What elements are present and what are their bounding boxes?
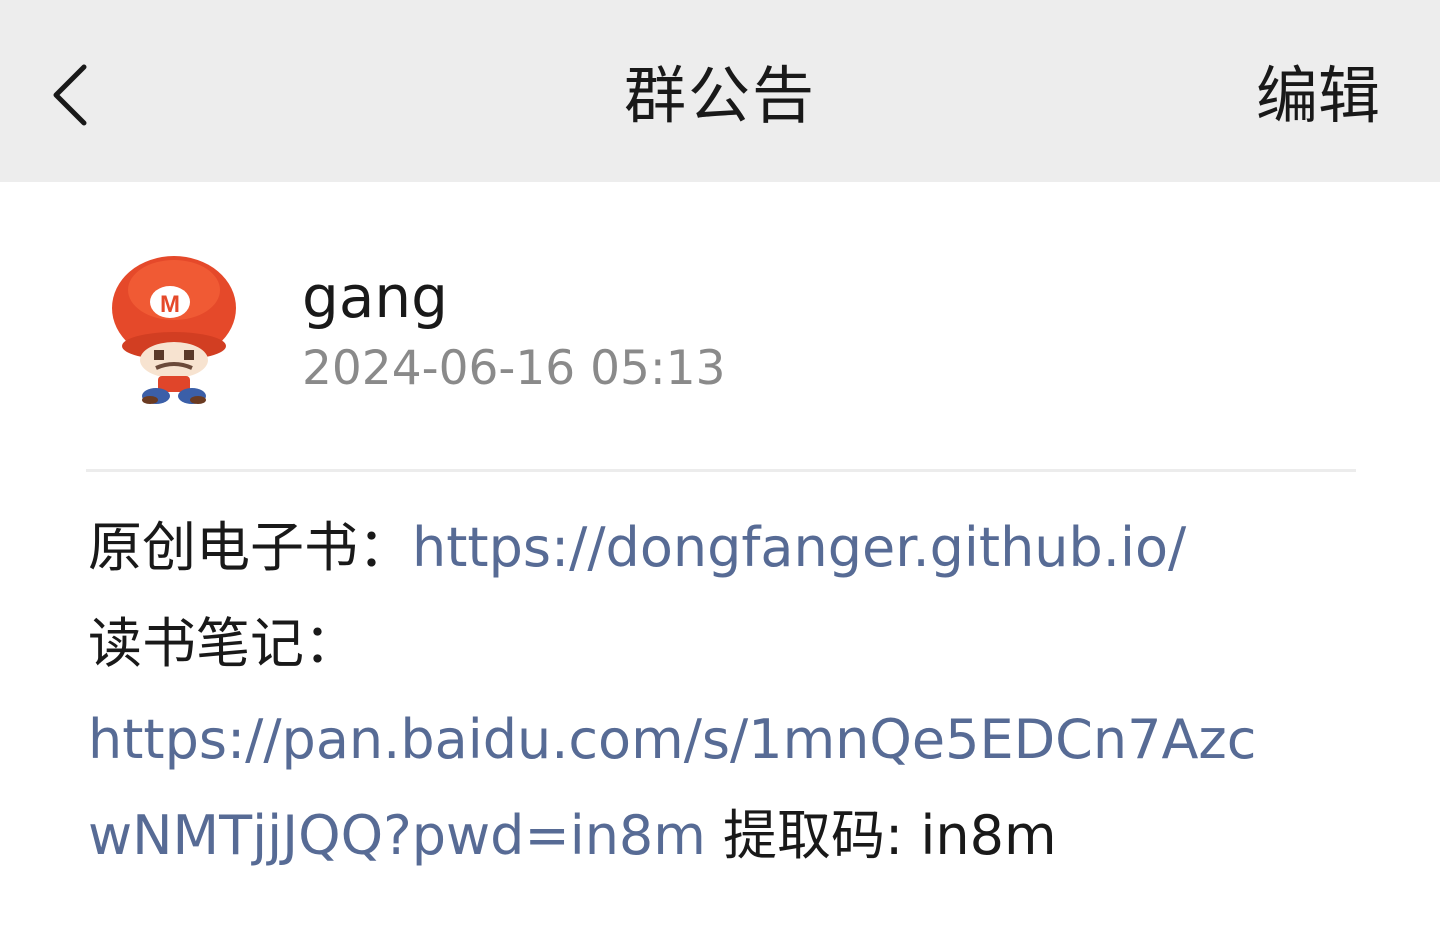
page-title: 群公告	[623, 59, 816, 132]
notes-link-line-2: wNMTjjJQQ?pwd=in8m 提取码: in8m	[88, 788, 1348, 884]
author-name: gang	[302, 263, 448, 331]
mario-avatar-icon: M	[112, 256, 236, 404]
divider	[86, 469, 1356, 472]
ebook-label: 原创电子书：	[88, 516, 412, 579]
ebook-line: 原创电子书：https://dongfanger.github.io/	[88, 500, 1348, 596]
notes-link-line-2-text[interactable]: wNMTjjJQQ?pwd=in8m	[88, 804, 706, 867]
edit-button[interactable]: 编辑	[1256, 56, 1380, 136]
post-timestamp: 2024-06-16 05:13	[302, 341, 726, 396]
announcement-page: 群公告 编辑 M gang 2024-06-16 05:13 原创电子书：htt…	[0, 0, 1440, 935]
svg-text:M: M	[160, 291, 180, 318]
extraction-code: 提取码: in8m	[705, 804, 1057, 867]
notes-label: 读书笔记：	[88, 612, 358, 675]
notes-link-line-1[interactable]: https://pan.baidu.com/s/1mnQe5EDCn7Azc	[88, 692, 1348, 788]
top-navigation-bar: 群公告 编辑	[0, 0, 1440, 182]
announcement-content: 原创电子书：https://dongfanger.github.io/ 读书笔记…	[88, 500, 1348, 884]
author-avatar[interactable]: M	[106, 250, 242, 406]
ebook-link[interactable]: https://dongfanger.github.io/	[412, 516, 1186, 579]
